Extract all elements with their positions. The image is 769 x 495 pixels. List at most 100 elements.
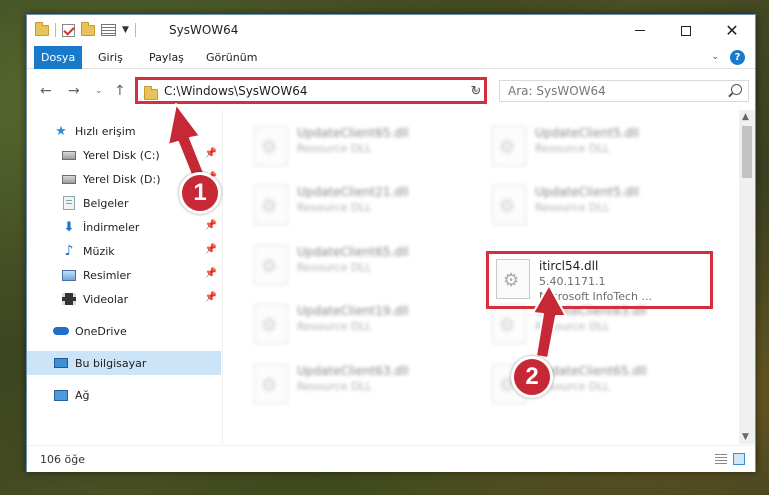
minimize-button[interactable] [617, 15, 663, 46]
file-item[interactable]: UpdateClient19.dll Resource DLL [246, 298, 472, 348]
file-type: Resource DLL [297, 261, 372, 274]
details-view-icon[interactable] [715, 454, 727, 464]
file-item[interactable]: UpdateClient63.dll Resource DLL [246, 358, 472, 408]
file-list: UpdateClient65.dll Resource DLL UpdateCl… [224, 110, 741, 444]
forward-arrow-icon[interactable]: → [68, 83, 80, 99]
refresh-button[interactable]: ↻ [465, 80, 487, 102]
recent-locations-dropdown-icon[interactable]: ⌄ [95, 86, 103, 96]
help-icon[interactable]: ? [730, 50, 745, 65]
dll-file-icon [254, 126, 288, 166]
new-folder-icon[interactable] [81, 21, 95, 36]
highlight-box [486, 251, 713, 309]
sidebar-item-quick-access[interactable]: ★ Hızlı erişim [27, 119, 221, 143]
file-item[interactable]: UpdateClient5.dll Resource DLL [484, 179, 710, 229]
drive-icon [61, 148, 77, 162]
up-arrow-icon[interactable]: ↑ [114, 83, 126, 99]
window-controls: ✕ [617, 15, 755, 46]
tab-dosya[interactable]: Dosya [34, 46, 83, 69]
music-icon: ♪ [64, 243, 74, 259]
search-icon[interactable] [731, 84, 742, 95]
title-bar: ▼ SysWOW64 ✕ [27, 15, 755, 46]
pin-icon[interactable]: 📌 [205, 244, 217, 255]
sidebar-item-label: Ağ [75, 388, 90, 402]
tab-paylas[interactable]: Paylaş [142, 46, 191, 69]
tab-gorunum[interactable]: Görünüm [199, 46, 264, 69]
file-type: Resource DLL [535, 142, 610, 155]
scroll-up-icon[interactable]: ▲ [742, 112, 749, 122]
item-count: 106 öğe [40, 453, 85, 466]
sidebar-item-pictures[interactable]: Resimler 📌 [27, 263, 221, 287]
maximize-icon [681, 25, 691, 36]
documents-icon [61, 196, 77, 210]
dll-file-icon [254, 304, 288, 344]
ribbon-tabs: Dosya Giriş Paylaş Görünüm ⌄ ? [27, 46, 755, 69]
scrollbar-thumb[interactable] [742, 126, 752, 178]
pictures-icon [61, 268, 77, 282]
sidebar-item-local-disk-c[interactable]: Yerel Disk (C:) 📌 [27, 143, 221, 167]
sidebar-item-label: Videolar [83, 292, 129, 306]
sidebar-item-label: Yerel Disk (C:) [83, 148, 160, 162]
back-arrow-icon[interactable]: ← [40, 83, 52, 99]
vertical-scrollbar[interactable]: ▲ ▼ [739, 110, 755, 444]
sidebar-item-this-pc[interactable]: Bu bilgisayar [27, 351, 221, 375]
close-icon: ✕ [725, 20, 739, 40]
sidebar-item-videos[interactable]: Videolar 📌 [27, 287, 221, 311]
scroll-down-icon[interactable]: ▼ [742, 432, 749, 442]
search-box[interactable]: Ara: SysWOW64 [499, 80, 749, 102]
tiles-view-icon[interactable] [733, 453, 745, 465]
search-input[interactable]: Ara: SysWOW64 [508, 84, 606, 98]
file-name: UpdateClient65.dll [297, 126, 409, 140]
customize-toolbar-dropdown-icon[interactable]: ▼ [122, 25, 129, 35]
close-button[interactable]: ✕ [709, 15, 755, 46]
sidebar-item-downloads[interactable]: ⬇ İndirmeler 📌 [27, 215, 221, 239]
onedrive-icon [53, 324, 69, 338]
pin-icon[interactable]: 📌 [205, 220, 217, 231]
pin-icon[interactable]: 📌 [205, 292, 217, 303]
dll-file-icon [492, 185, 526, 225]
sidebar-item-music[interactable]: ♪ Müzik 📌 [27, 239, 221, 263]
tab-giris[interactable]: Giriş [91, 46, 130, 69]
minimize-icon [635, 30, 645, 31]
file-item[interactable]: UpdateClient21.dll Resource DLL [246, 179, 472, 229]
star-icon: ★ [55, 123, 67, 139]
sidebar-item-label: Bu bilgisayar [75, 356, 147, 370]
pin-icon[interactable]: 📌 [205, 268, 217, 279]
window-title: SysWOW64 [169, 23, 239, 37]
explorer-window: ▼ SysWOW64 ✕ Dosya Giriş Paylaş Görünüm … [26, 14, 756, 472]
file-type: Resource DLL [535, 320, 610, 333]
step-badge-2: 2 [511, 356, 553, 398]
sidebar-item-label: Yerel Disk (D:) [83, 172, 161, 186]
file-item[interactable]: UpdateClient65.dll Resource DLL [246, 239, 472, 289]
maximize-button[interactable] [663, 15, 709, 46]
address-path[interactable]: C:\Windows\SysWOW64 [164, 84, 308, 98]
status-bar: 106 öğe [27, 445, 755, 472]
properties-check-icon[interactable] [62, 23, 75, 37]
videos-icon [61, 292, 77, 306]
file-type: Resource DLL [297, 201, 372, 214]
sidebar-item-label: Müzik [83, 244, 115, 258]
dll-file-icon [254, 364, 288, 404]
properties-icon[interactable] [101, 24, 116, 36]
sidebar-item-label: Hızlı erişim [75, 124, 136, 138]
navigation-bar: ← → ⌄ ↑ C:\Windows\SysWOW64 ⌄ ↻ Ara: Sys… [27, 70, 755, 110]
dll-file-icon [492, 304, 526, 344]
sidebar-item-network[interactable]: Ağ [27, 383, 221, 407]
file-name: UpdateClient21.dll [297, 185, 409, 199]
step-badge-1: 1 [179, 172, 221, 214]
file-item[interactable]: UpdateClient65.dll Resource DLL [246, 120, 472, 170]
pin-icon[interactable]: 📌 [205, 148, 217, 159]
address-bar[interactable]: C:\Windows\SysWOW64 ⌄ [135, 77, 487, 104]
quick-access-toolbar: ▼ [35, 21, 136, 37]
sidebar-item-label: İndirmeler [83, 220, 140, 234]
computer-icon [53, 356, 69, 370]
file-type: Resource DLL [297, 320, 372, 333]
dll-file-icon [254, 245, 288, 285]
sidebar-item-onedrive[interactable]: OneDrive [27, 319, 221, 343]
expand-ribbon-icon[interactable]: ⌄ [711, 52, 719, 62]
file-name: UpdateClient63.dll [297, 364, 409, 378]
file-name: UpdateClient65.dll [297, 245, 409, 259]
toolbar-separator [55, 23, 56, 37]
file-item[interactable]: UpdateClient5.dll Resource DLL [484, 120, 710, 170]
file-type: Resource DLL [535, 201, 610, 214]
toolbar-separator [134, 23, 136, 37]
